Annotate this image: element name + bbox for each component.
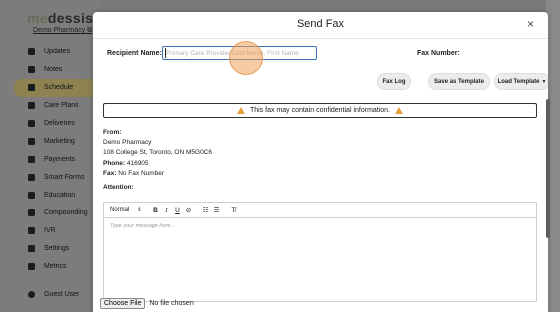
choose-file-button[interactable]: Choose File xyxy=(100,298,146,309)
sidebar-item-updates[interactable]: Updates xyxy=(0,43,100,61)
message-editor: Normal ⇕ B I U ⊘ ☷ ☰ T̸ Type your message… xyxy=(103,202,537,302)
confidential-warning: This fax may contain confidential inform… xyxy=(103,103,537,118)
phone-label: Phone: xyxy=(103,159,126,167)
fax-log-button[interactable]: Fax Log xyxy=(377,73,411,90)
editor-toolbar: Normal ⇕ B I U ⊘ ☷ ☰ T̸ xyxy=(104,203,536,218)
warning-text: This fax may contain confidential inform… xyxy=(249,107,391,114)
from-name: Demo Pharmacy xyxy=(103,139,152,147)
warning-icon xyxy=(236,107,245,114)
sidebar-item-metrics[interactable]: Metrics xyxy=(0,258,100,276)
modal-scrollbar[interactable] xyxy=(546,99,550,238)
truck-icon xyxy=(28,120,35,127)
phone-value: 416905 xyxy=(126,159,149,167)
sidebar-nav: Updates Notes Schedule Care Plans Delive… xyxy=(0,43,100,276)
sidebar-item-compounding[interactable]: Compounding xyxy=(0,204,100,222)
save-as-template-button[interactable]: Save as Template xyxy=(428,73,490,90)
link-icon[interactable]: ⊘ xyxy=(183,206,194,214)
italic-icon[interactable]: I xyxy=(161,207,172,214)
sidebar-item-schedule[interactable]: Schedule xyxy=(14,78,100,97)
from-address: 108 College St, Toronto, ON M5G0C6 xyxy=(103,149,212,157)
sidebar-item-label: Notes xyxy=(44,66,63,74)
megaphone-icon xyxy=(28,137,35,145)
recipient-label: Recipient Name: xyxy=(107,50,162,57)
sidebar-item-label: Deliveries xyxy=(44,120,75,127)
underline-icon[interactable]: U xyxy=(172,207,183,214)
modal-title: Send Fax xyxy=(296,18,345,30)
sidebar-item-label: Marketing xyxy=(44,137,75,145)
sidebar-item-marketing[interactable]: Marketing xyxy=(0,132,100,150)
sidebar-item-label: Education xyxy=(44,191,76,199)
sidebar-item-care-plans[interactable]: Care Plans xyxy=(0,97,100,115)
gear-icon xyxy=(28,245,35,253)
user-icon xyxy=(28,291,35,298)
notes-icon xyxy=(28,66,35,74)
format-select[interactable]: Normal ⇕ xyxy=(110,207,150,213)
sidebar-item-label: Schedule xyxy=(44,84,74,92)
sidebar-item-deliveries[interactable]: Deliveries xyxy=(0,115,100,133)
sender-details: From: Demo Pharmacy 108 College St, Toro… xyxy=(103,128,212,179)
sidebar: medessist Demo Pharmacy ⧉ Updates Notes … xyxy=(0,0,100,312)
sidebar-item-label: Payments xyxy=(44,155,76,163)
people-icon xyxy=(28,102,35,110)
clear-format-icon[interactable]: T̸ xyxy=(228,207,239,214)
sidebar-item-smart-forms[interactable]: Smart Forms xyxy=(0,168,100,186)
sidebar-item-payments[interactable]: Payments xyxy=(0,150,100,168)
fax-label: Fax: xyxy=(103,169,117,177)
file-attachment: Choose File No file chosen xyxy=(100,298,194,309)
sidebar-item-settings[interactable]: Settings xyxy=(0,240,100,258)
ordered-list-icon[interactable]: ☷ xyxy=(200,206,211,214)
file-status: No file chosen xyxy=(149,300,194,307)
text-caret xyxy=(165,48,166,58)
fax-number-label: Fax Number: xyxy=(417,50,460,57)
chevron-updown-icon: ⇕ xyxy=(137,207,142,213)
updates-icon xyxy=(28,48,35,56)
recipient-row: Recipient Name: Fax Number: xyxy=(93,46,548,66)
from-label: From: xyxy=(103,129,122,136)
sidebar-item-label: Compounding xyxy=(44,209,88,217)
warning-icon xyxy=(395,107,404,114)
app-logo: medessist xyxy=(27,10,99,26)
modal-header: Send Fax × xyxy=(93,12,548,39)
sidebar-item-notes[interactable]: Notes xyxy=(0,61,100,79)
load-template-button[interactable]: Load Template ▼ xyxy=(494,73,548,90)
close-icon[interactable]: × xyxy=(527,18,534,30)
form-icon xyxy=(28,173,35,181)
sidebar-item-label: Care Plans xyxy=(44,102,79,110)
sidebar-item-label: Settings xyxy=(44,245,70,253)
sidebar-item-label: Metrics xyxy=(44,263,67,271)
chart-icon xyxy=(28,263,35,271)
sidebar-item-education[interactable]: Education xyxy=(0,186,100,204)
bold-icon[interactable]: B xyxy=(150,207,161,214)
bullet-list-icon[interactable]: ☰ xyxy=(211,206,222,214)
attention-label: Attention: xyxy=(103,184,134,191)
mortar-icon xyxy=(28,209,35,217)
sidebar-item-ivr[interactable]: IVR xyxy=(0,222,100,240)
user-name: Guest User xyxy=(44,291,80,298)
sidebar-item-label: Updates xyxy=(44,48,71,56)
graduation-cap-icon xyxy=(28,191,35,199)
chevron-down-icon: ▼ xyxy=(541,78,547,85)
editor-placeholder: Type your message here... xyxy=(110,223,176,229)
credit-card-icon xyxy=(28,155,35,163)
phone-icon xyxy=(28,227,35,235)
send-fax-modal: Send Fax × Recipient Name: Fax Number: F… xyxy=(93,12,548,312)
fax-value: No Fax Number xyxy=(118,169,165,177)
calendar-icon xyxy=(28,84,35,92)
editor-body[interactable]: Type your message here... xyxy=(104,218,536,302)
sidebar-item-label: Smart Forms xyxy=(44,173,85,181)
sidebar-item-label: IVR xyxy=(44,227,56,235)
user-menu[interactable]: Guest User xyxy=(28,291,79,298)
recipient-name-input[interactable] xyxy=(162,46,317,60)
pharmacy-link[interactable]: Demo Pharmacy ⧉ xyxy=(33,27,92,35)
